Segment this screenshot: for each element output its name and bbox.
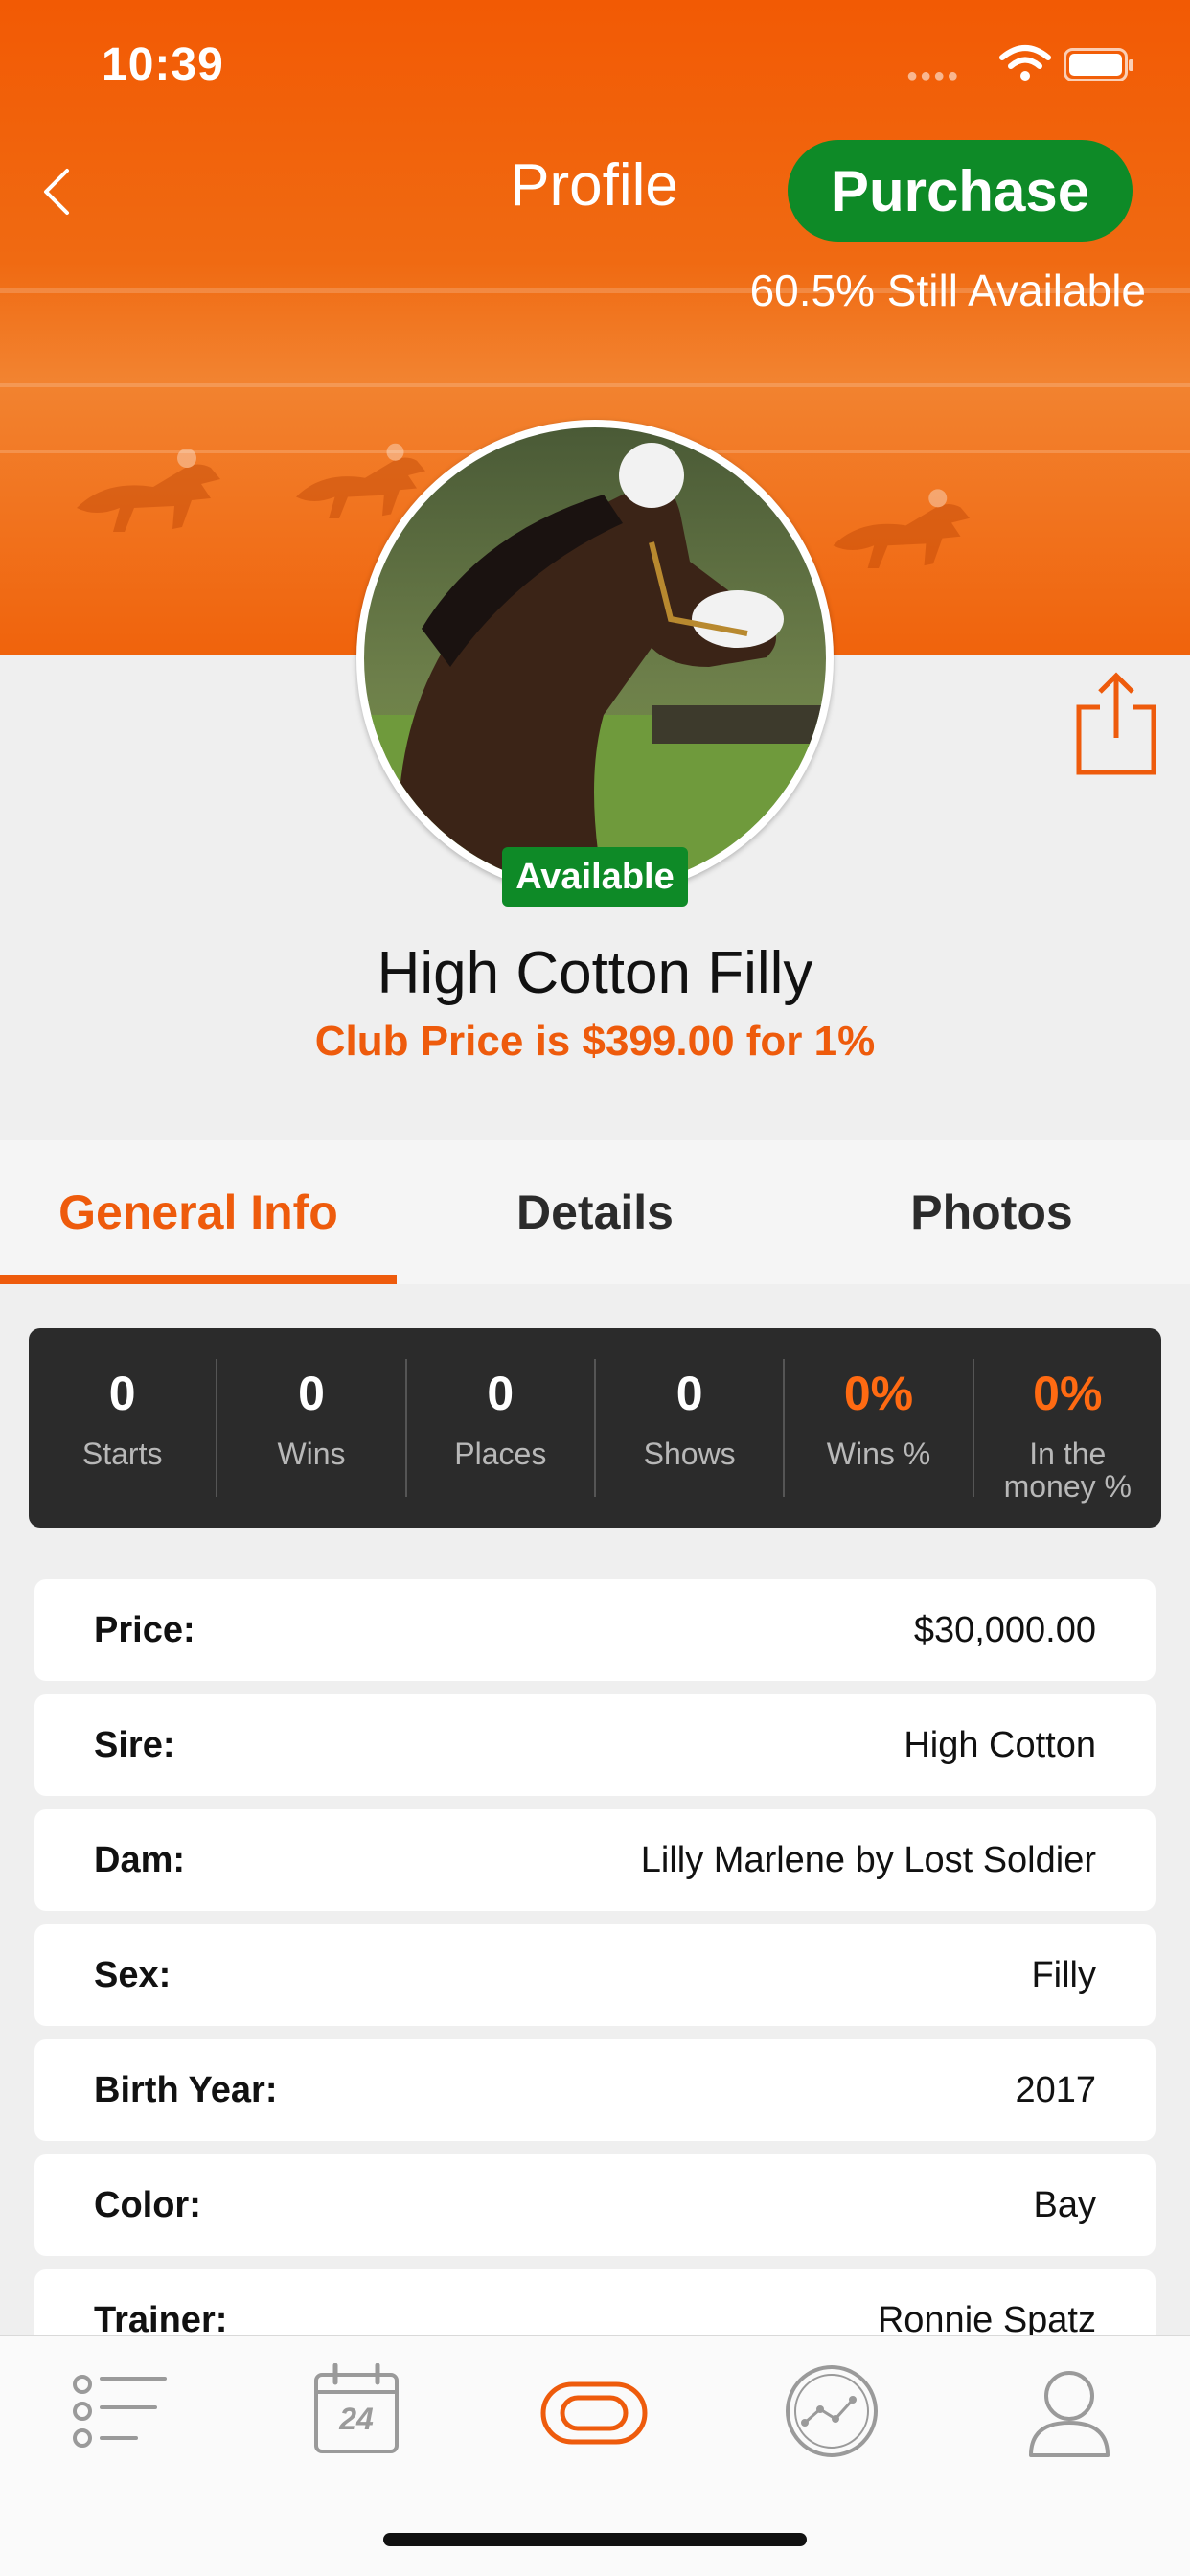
calendar-day: 24 — [339, 2402, 374, 2436]
banner-streak — [0, 383, 1190, 387]
info-row-dam: Dam: Lilly Marlene by Lost Soldier — [34, 1809, 1156, 1911]
stat-in-the-money-pct: 0% In the money % — [974, 1359, 1161, 1503]
info-row-birth-year: Birth Year: 2017 — [34, 2039, 1156, 2141]
stat-value: 0% — [1033, 1367, 1103, 1420]
info-list: Price: $30,000.00 Sire: High Cotton Dam:… — [34, 1579, 1156, 2384]
info-row-color: Color: Bay — [34, 2154, 1156, 2256]
page-title: Profile — [510, 152, 678, 218]
row-value: 2017 — [1015, 2069, 1096, 2110]
row-value: Lilly Marlene by Lost Soldier — [640, 1839, 1096, 1880]
racetrack-icon[interactable] — [538, 2363, 652, 2459]
stat-value: 0 — [108, 1367, 136, 1420]
tab-general-info[interactable]: General Info — [0, 1140, 397, 1284]
row-value: High Cotton — [904, 1724, 1096, 1765]
stat-starts: 0 Starts — [29, 1359, 218, 1497]
stat-label: Places — [454, 1437, 547, 1471]
stat-label: Wins — [277, 1437, 346, 1471]
racehorse-silhouette — [833, 489, 970, 568]
status-badge: Available — [502, 847, 688, 907]
info-row-price: Price: $30,000.00 — [34, 1579, 1156, 1681]
row-label: Color: — [94, 2184, 201, 2225]
horse-avatar — [356, 420, 834, 897]
row-label: Sire: — [94, 1724, 175, 1765]
wifi-icon — [999, 45, 1051, 80]
home-indicator[interactable] — [383, 2533, 807, 2546]
stat-value: 0 — [487, 1367, 515, 1420]
stat-shows: 0 Shows — [596, 1359, 786, 1497]
availability-text: 60.5% Still Available — [749, 265, 1146, 315]
stat-label: Starts — [81, 1437, 163, 1471]
stat-label: Shows — [643, 1437, 736, 1471]
info-row-sex: Sex: Filly — [34, 1924, 1156, 2026]
row-value: Bay — [1033, 2184, 1096, 2225]
stat-label: Wins % — [826, 1437, 931, 1471]
info-row-sire: Sire: High Cotton — [34, 1694, 1156, 1796]
stats-icon[interactable] — [774, 2363, 889, 2459]
horse-photo — [364, 427, 826, 889]
stat-wins-pct: 0% Wins % — [785, 1359, 974, 1497]
calendar-icon[interactable]: 24 — [299, 2363, 414, 2459]
row-value: Filly — [1031, 1954, 1096, 1995]
battery-icon — [1064, 48, 1133, 81]
status-icons: ●●●● — [906, 44, 1133, 86]
race-stats: 0 Starts 0 Wins 0 Places 0 Shows 0% Wins… — [29, 1328, 1161, 1528]
row-value: $30,000.00 — [913, 1609, 1096, 1650]
stat-value: 0 — [298, 1367, 325, 1420]
row-label: Price: — [94, 1609, 195, 1650]
row-label: Dam: — [94, 1839, 186, 1880]
back-chevron-icon[interactable] — [38, 163, 77, 220]
horse-name: High Cotton Filly — [377, 940, 813, 1006]
list-icon[interactable] — [63, 2363, 178, 2459]
signal-icon: ●●●● — [906, 65, 961, 86]
racehorse-silhouette — [77, 448, 220, 532]
tab-details[interactable]: Details — [397, 1140, 793, 1284]
share-icon[interactable] — [1073, 671, 1159, 778]
stat-label: In the money % — [1003, 1437, 1132, 1504]
row-label: Birth Year: — [94, 2069, 278, 2110]
stat-wins: 0 Wins — [217, 1359, 407, 1497]
stat-value: 0 — [675, 1367, 703, 1420]
purchase-button[interactable]: Purchase — [788, 140, 1133, 242]
tab-bar-segments: General Info Details Photos — [0, 1140, 1190, 1284]
row-label: Sex: — [94, 1954, 172, 1995]
status-time: 10:39 — [102, 39, 224, 90]
tab-photos[interactable]: Photos — [793, 1140, 1190, 1284]
stat-places: 0 Places — [407, 1359, 596, 1497]
club-price: Club Price is $399.00 for 1% — [314, 1018, 876, 1065]
profile-icon[interactable] — [1012, 2363, 1127, 2459]
stat-value: 0% — [843, 1367, 914, 1420]
